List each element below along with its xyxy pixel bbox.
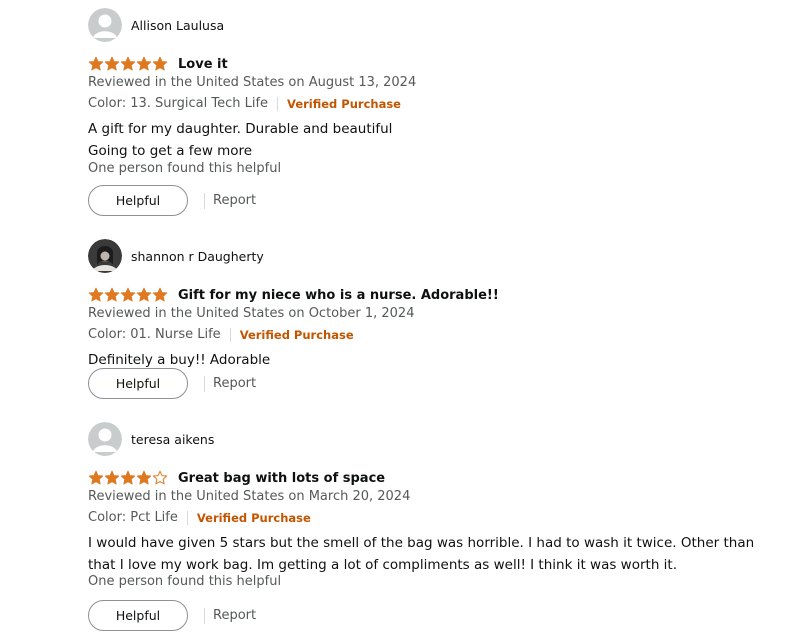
review-card: teresa aikens Great bag with lots of spa… — [88, 422, 788, 634]
star-filled-icon — [120, 56, 136, 71]
divider — [229, 327, 231, 342]
star-filled-icon — [136, 56, 152, 71]
star-rating[interactable] — [88, 287, 168, 303]
review-title[interactable]: Gift for my niece who is a nurse. Adorab… — [178, 288, 499, 303]
review-body-line: I would have given 5 stars but the smell… — [88, 535, 755, 573]
author-name: Allison Laulusa — [131, 17, 225, 33]
helpful-button[interactable]: Helpful — [88, 185, 188, 216]
star-empty-icon — [152, 470, 168, 485]
author-name: shannon r Daugherty — [131, 248, 264, 264]
review-body: A gift for my daughter. Durable and beau… — [88, 118, 768, 162]
review-card: Allison Laulusa Love it Reviewed in the … — [88, 8, 788, 218]
star-filled-icon — [88, 470, 104, 485]
report-link[interactable]: Report — [213, 608, 256, 623]
default-avatar-icon — [88, 422, 122, 456]
star-filled-icon — [104, 470, 120, 485]
star-filled-icon — [88, 287, 104, 302]
review-title[interactable]: Great bag with lots of space — [178, 471, 385, 486]
review-body-line: Going to get a few more — [88, 143, 253, 159]
report-link[interactable]: Report — [213, 193, 256, 208]
divider — [204, 375, 205, 392]
verified-purchase-badge: Verified Purchase — [196, 510, 311, 525]
divider — [204, 607, 205, 624]
review-card: shannon r Daugherty Gift for my niece wh… — [88, 239, 788, 409]
review-body: I would have given 5 stars but the smell… — [88, 532, 758, 576]
star-filled-icon — [152, 56, 168, 71]
review-author[interactable]: shannon r Daugherty — [88, 239, 264, 273]
star-filled-icon — [136, 287, 152, 302]
author-name: teresa aikens — [131, 431, 215, 447]
divider — [186, 510, 188, 525]
verified-purchase-badge: Verified Purchase — [239, 327, 354, 342]
review-date: Reviewed in the United States on October… — [88, 306, 415, 321]
review-date: Reviewed in the United States on August … — [88, 75, 417, 90]
star-filled-icon — [136, 470, 152, 485]
star-filled-icon — [104, 287, 120, 302]
star-filled-icon — [104, 56, 120, 71]
default-avatar-icon — [88, 8, 122, 42]
review-date: Reviewed in the United States on March 2… — [88, 489, 411, 504]
report-link[interactable]: Report — [213, 376, 256, 391]
verified-purchase-badge: Verified Purchase — [287, 96, 401, 111]
helpful-button[interactable]: Helpful — [88, 600, 188, 631]
helpful-count: One person found this helpful — [88, 161, 282, 176]
product-variant[interactable]: Color: 13. Surgical Tech Life — [88, 96, 268, 111]
star-filled-icon — [120, 287, 136, 302]
review-title[interactable]: Love it — [178, 57, 228, 72]
star-filled-icon — [120, 470, 136, 485]
star-rating[interactable] — [88, 470, 168, 486]
photo-avatar — [88, 239, 122, 273]
review-author[interactable]: Allison Laulusa — [88, 8, 224, 42]
star-filled-icon — [88, 56, 104, 71]
helpful-button[interactable]: Helpful — [88, 368, 188, 399]
star-rating[interactable] — [88, 56, 168, 72]
divider — [277, 96, 279, 111]
reviews-list: Allison Laulusa Love it Reviewed in the … — [0, 0, 806, 642]
product-variant[interactable]: Color: Pct Life — [88, 510, 178, 525]
review-author[interactable]: teresa aikens — [88, 422, 214, 456]
divider — [204, 192, 205, 209]
product-variant[interactable]: Color: 01. Nurse Life — [88, 327, 221, 342]
review-body-line: A gift for my daughter. Durable and beau… — [88, 121, 393, 137]
helpful-count: One person found this helpful — [88, 574, 282, 589]
star-filled-icon — [152, 287, 168, 302]
